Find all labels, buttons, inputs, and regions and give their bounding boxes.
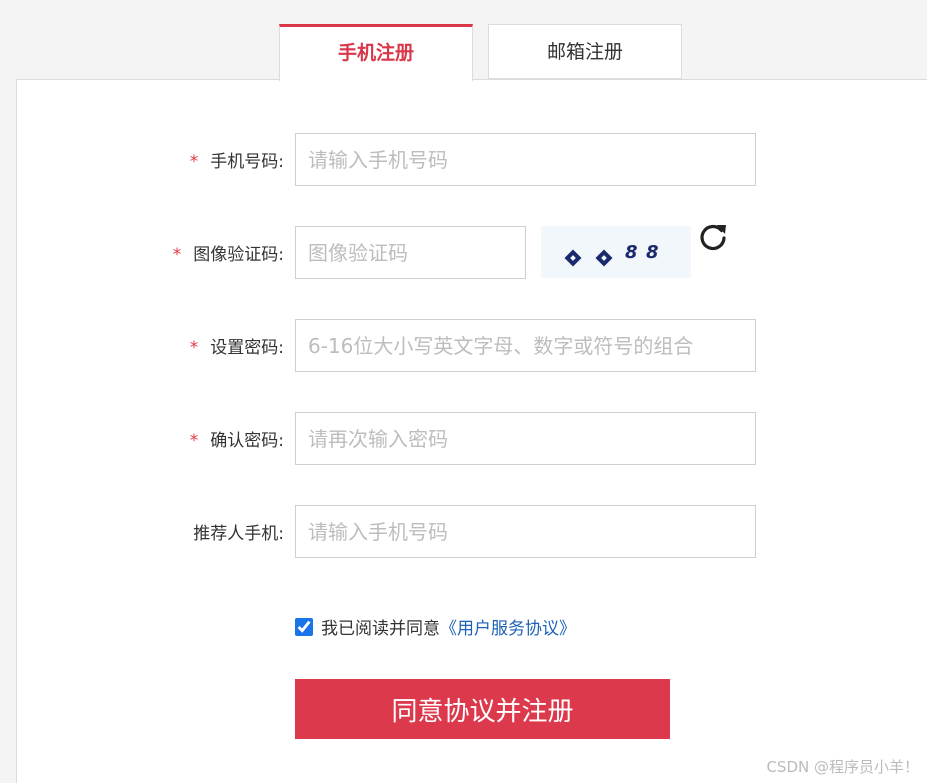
user-agreement-link[interactable]: 《用户服务协议》	[440, 614, 576, 639]
agreement-text: 我已阅读并同意	[321, 619, 440, 639]
confirm-password-label-text: 确认密码:	[210, 431, 284, 451]
tab-email-register-label: 邮箱注册	[546, 41, 623, 63]
referrer-label-text: 推荐人手机:	[193, 524, 284, 544]
password-input[interactable]	[295, 319, 756, 372]
tab-phone-register-label: 手机注册	[337, 42, 414, 64]
referrer-label: 推荐人手机:	[193, 519, 284, 544]
required-mark: *	[189, 152, 199, 172]
phone-label: * 手机号码:	[190, 147, 284, 172]
agreement-checkbox[interactable]	[295, 617, 313, 636]
svg-text:8: 8	[625, 242, 638, 263]
required-mark: *	[172, 245, 182, 265]
captcha-label: * 图像验证码:	[173, 240, 284, 265]
refresh-captcha-icon[interactable]	[696, 220, 730, 254]
phone-label-text: 手机号码:	[210, 152, 284, 172]
agreement-row: 我已阅读并同意 《用户服务协议》	[295, 614, 576, 639]
required-mark: *	[189, 338, 199, 358]
brand-logo-fragment	[60, 0, 180, 4]
required-mark: *	[189, 431, 199, 451]
captcha-image[interactable]: 8 8	[541, 226, 691, 278]
referrer-phone-input[interactable]	[295, 505, 756, 558]
password-label: * 设置密码:	[190, 333, 284, 358]
confirm-password-label: * 确认密码:	[190, 426, 284, 451]
confirm-password-input[interactable]	[295, 412, 756, 465]
tab-email-register[interactable]: 邮箱注册	[488, 24, 682, 79]
svg-text:8: 8	[646, 242, 659, 263]
watermark: CSDN @程序员小羊！	[766, 758, 919, 776]
phone-input[interactable]	[295, 133, 756, 186]
password-label-text: 设置密码:	[210, 338, 284, 358]
captcha-input[interactable]	[295, 226, 526, 279]
agree-and-register-button[interactable]: 同意协议并注册	[295, 679, 670, 739]
captcha-label-text: 图像验证码:	[193, 245, 284, 265]
tab-phone-register[interactable]: 手机注册	[279, 24, 473, 81]
